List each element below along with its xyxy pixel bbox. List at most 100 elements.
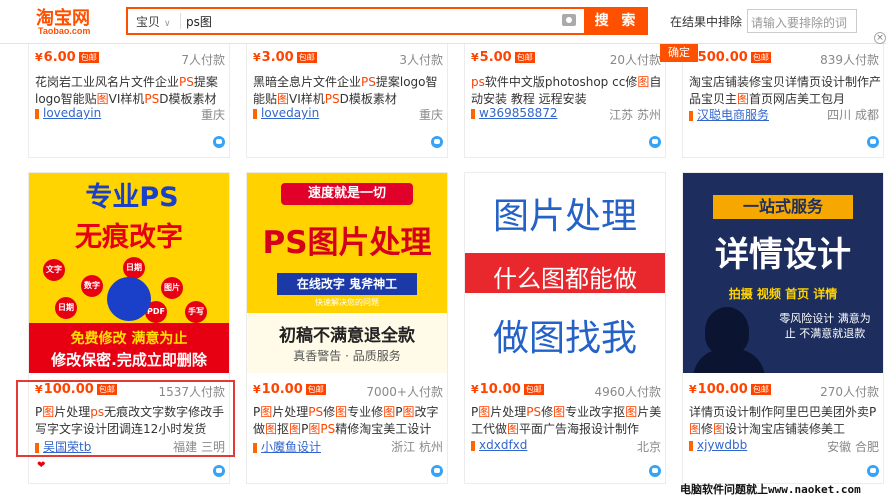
image-banner: 速度就是一切 — [281, 183, 413, 205]
image-headline: 图片处理 — [492, 196, 637, 237]
image-caption: 修改保密.完成立即删除 — [51, 351, 207, 369]
free-shipping-badge: 包邮 — [514, 52, 535, 63]
shop-row: w369858872 江苏 苏州 — [471, 106, 661, 122]
logo-subtext: Taobao.com — [38, 26, 91, 36]
shop-link[interactable]: lovedayin — [261, 106, 319, 120]
shop-icon — [35, 108, 39, 119]
sold-count: 3人付款 — [399, 53, 443, 67]
wangwang-chat-icon[interactable] — [649, 465, 661, 477]
shop-link[interactable]: 小魔鱼设计 — [261, 440, 321, 454]
product-title[interactable]: 黑暗全息片文件企业PS提案logo智能贴图VI样机PSD模板素材 — [253, 74, 445, 108]
image-subheadline: 在线改字 鬼斧神工 — [277, 273, 417, 295]
location: 重庆 — [200, 108, 225, 122]
product-title[interactable]: P图片处理PS修图专业改字抠图片美工代做图平面广告海报设计制作 — [471, 404, 663, 438]
location: 江苏 苏州 — [609, 108, 661, 122]
product-title[interactable]: 淘宝店铺装修宝贝详情页设计制作产品宝贝主图首页网店美工包月 — [689, 74, 881, 108]
price-row: ¥10.00 包邮 4960人付款 — [471, 382, 661, 400]
image-headline: PS图片处理 — [262, 225, 432, 261]
product-title[interactable]: P图片处理ps无痕改文字数字修改手写字文字设计团调连12小时发货 — [35, 404, 227, 438]
free-shipping-badge: 包邮 — [750, 52, 771, 63]
wangwang-chat-icon[interactable] — [867, 136, 879, 148]
product-title[interactable]: 花岗岩工业风名片文件企业PS提案logo智能贴图VI样机PSD模板素材 — [35, 74, 227, 108]
exclude-input[interactable]: 请输入要排除的词 — [747, 9, 857, 33]
shop-link[interactable]: lovedayin — [43, 106, 101, 120]
product-image[interactable]: 一站式服务 详情设计 拍摄 视频 首页 详情 零风险设计 满意为止 不满意就退款 — [683, 173, 883, 373]
image-caption: 什么图都能做 — [493, 265, 637, 293]
search-type-label: 宝贝 — [136, 15, 161, 29]
wangwang-chat-icon[interactable] — [213, 136, 225, 148]
product-image[interactable]: 专业PS 无痕改字 文字 数字 日期 图片 PDF 日期件 手写字 免费修改 满… — [29, 173, 229, 373]
person-silhouette — [693, 349, 765, 373]
wangwang-chat-icon[interactable] — [867, 465, 879, 477]
price: ¥10.00 — [471, 382, 521, 397]
image-bubble: 文字 — [43, 259, 65, 281]
location: 浙江 杭州 — [391, 440, 443, 454]
product-card[interactable]: ¥500.00包邮 839人付款 淘宝店铺装修宝贝详情页设计制作产品宝贝主图首页… — [682, 44, 884, 158]
confirm-button[interactable]: 确定 — [660, 44, 698, 62]
sold-count: 270人付款 — [820, 385, 879, 399]
shop-link[interactable]: 汉聪电商服务 — [697, 108, 769, 122]
price-row: ¥500.00包邮 839人付款 — [689, 50, 879, 68]
product-title[interactable]: ps软件中文版photoshop cc修图自动安装 教程 远程安装 — [471, 74, 663, 108]
shop-link[interactable]: xjywdbb — [697, 438, 747, 452]
shop-icon — [689, 110, 693, 121]
product-image[interactable]: 图片处理 什么图都能做 做图找我 — [465, 173, 665, 373]
sold-count: 1537人付款 — [158, 385, 225, 399]
price-row: ¥100.00 包邮 1537人付款 — [35, 382, 225, 400]
product-card[interactable]: 图片处理 什么图都能做 做图找我 ¥10.00 包邮 4960人付款 P图片处理P… — [464, 172, 666, 484]
shop-icon — [253, 108, 257, 119]
location: 四川 成都 — [827, 108, 879, 122]
shop-link[interactable]: 吴国荣tb — [43, 440, 91, 454]
wangwang-chat-icon[interactable] — [213, 465, 225, 477]
product-card[interactable]: 专业PS 无痕改字 文字 数字 日期 图片 PDF 日期件 手写字 免费修改 满… — [28, 172, 230, 484]
taobao-search-results: 淘宝网 Taobao.com 宝贝 ∨ ps图 搜 索 在结果中排除 请输入要排除… — [0, 0, 886, 500]
image-caption: 初稿不满意退全款 — [279, 326, 415, 346]
shop-row: xjywdbb 安徽 合肥 — [689, 438, 879, 454]
image-caption: 免费修改 满意为止 — [70, 331, 188, 347]
product-image[interactable]: 速度就是一切 PS图片处理 在线改字 鬼斧神工 快速解决您的问题 初稿不满意退全… — [247, 173, 447, 373]
product-card[interactable]: ¥5.00 包邮 20人付款 ps软件中文版photoshop cc修图自动安装 … — [464, 44, 666, 158]
price: ¥100.00 — [689, 382, 748, 397]
image-bubble: 日期件 — [55, 297, 77, 334]
price-row: ¥6.00 包邮 7人付款 — [35, 50, 225, 68]
price: ¥3.00 — [253, 50, 294, 65]
image-headline: 详情设计 — [715, 235, 851, 275]
location: 重庆 — [418, 108, 443, 122]
wangwang-chat-icon[interactable] — [431, 465, 443, 477]
watermark: 电脑软件问题就上www.naoket.com — [680, 483, 861, 496]
product-card[interactable]: ¥6.00 包邮 7人付款 花岗岩工业风名片文件企业PS提案logo智能贴图VI样… — [28, 44, 230, 158]
shop-icon — [35, 442, 39, 453]
search-box[interactable]: 宝贝 ∨ ps图 — [126, 7, 586, 35]
shop-link[interactable]: w369858872 — [479, 106, 558, 120]
shop-row: 吴国荣tb 福建 三明 — [35, 438, 225, 454]
image-bubble: 数字 — [81, 275, 103, 297]
close-icon[interactable]: × — [874, 32, 886, 44]
search-input[interactable]: ps图 — [186, 13, 212, 30]
taobao-logo[interactable]: 淘宝网 Taobao.com — [36, 4, 104, 38]
product-card[interactable]: 一站式服务 详情设计 拍摄 视频 首页 详情 零风险设计 满意为止 不满意就退款… — [682, 172, 884, 484]
free-shipping-badge: 包邮 — [750, 384, 771, 395]
image-ribbon: 一站式服务 — [713, 195, 853, 219]
wangwang-chat-icon[interactable] — [431, 136, 443, 148]
shop-link[interactable]: xdxdfxd — [479, 438, 527, 452]
shop-icon — [689, 440, 693, 451]
price-row: ¥100.00 包邮 270人付款 — [689, 382, 879, 400]
search-divider — [180, 13, 181, 29]
heart-icon[interactable]: ❤ — [37, 461, 48, 471]
location: 北京 — [636, 440, 661, 454]
free-shipping-badge: 包邮 — [96, 384, 117, 395]
search-type-dropdown[interactable]: 宝贝 ∨ — [136, 13, 171, 30]
product-card[interactable]: 速度就是一切 PS图片处理 在线改字 鬼斧神工 快速解决您的问题 初稿不满意退全… — [246, 172, 448, 484]
image-bubble: 手写字 — [185, 301, 207, 338]
price: ¥100.00 — [35, 382, 94, 397]
wangwang-chat-icon[interactable] — [649, 136, 661, 148]
chevron-down-icon: ∨ — [164, 19, 171, 29]
camera-icon[interactable] — [562, 14, 576, 26]
product-title[interactable]: 详情页设计制作阿里巴巴美团外卖P图修图设计淘宝店铺装修美工 — [689, 404, 881, 438]
sold-count: 7000+人付款 — [366, 385, 443, 399]
product-title[interactable]: P图片处理PS修图专业修图P图改字做图抠图P图PS精修淘宝美工设计 — [253, 404, 445, 438]
location: 福建 三明 — [173, 440, 225, 454]
product-card[interactable]: ¥3.00 包邮 3人付款 黑暗全息片文件企业PS提案logo智能贴图VI样机PS… — [246, 44, 448, 158]
search-button[interactable]: 搜 索 — [586, 7, 648, 35]
free-shipping-badge: 包邮 — [296, 52, 317, 63]
